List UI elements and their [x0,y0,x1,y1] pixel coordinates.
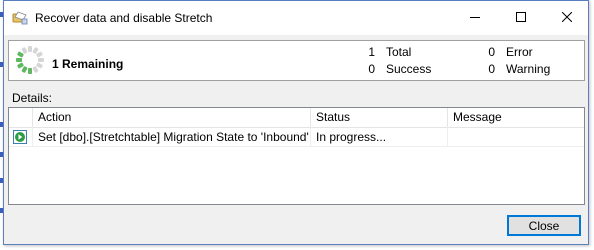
minimize-button[interactable] [452,1,498,35]
close-window-button[interactable] [544,1,590,35]
details-grid[interactable]: Action Status Message Set [dbo].[Stretch… [8,107,585,205]
title-bar[interactable]: Recover data and disable Stretch [4,1,588,35]
warning-label: Warning [506,62,551,76]
minimize-icon [470,11,480,25]
row-status-cell [9,127,33,147]
close-button[interactable]: Close [507,215,581,236]
remaining-count: 1 Remaining [52,57,124,71]
cell-message [448,127,584,147]
in-progress-icon [13,130,27,146]
column-header-message[interactable]: Message [448,108,584,127]
progress-spinner-icon [15,45,45,75]
details-label: Details: [12,91,53,105]
total-count: 1 [368,45,375,59]
close-icon [561,11,573,25]
stretch-database-icon [12,11,28,25]
maximize-button[interactable] [498,1,544,35]
dialog-title: Recover data and disable Stretch [35,11,213,25]
header-icon-column [9,108,33,127]
column-header-action[interactable]: Action [33,108,311,127]
column-header-status[interactable]: Status [311,108,448,127]
maximize-icon [516,11,526,25]
success-count: 0 [368,62,375,76]
grid-header: Action Status Message [9,108,584,128]
cell-action: Set [dbo].[Stretchtable] Migration State… [33,127,311,147]
error-label: Error [506,45,533,59]
table-row[interactable]: Set [dbo].[Stretchtable] Migration State… [9,127,584,147]
progress-summary: 1 Remaining 1 Total 0 Success 0 Error 0 … [8,40,585,81]
error-count: 0 [488,45,495,59]
success-label: Success [386,62,432,76]
dialog-window: Recover data and disable Stretch 1 Remai… [3,0,589,245]
total-label: Total [386,45,412,59]
warning-count: 0 [488,62,495,76]
cell-status: In progress... [311,127,448,147]
